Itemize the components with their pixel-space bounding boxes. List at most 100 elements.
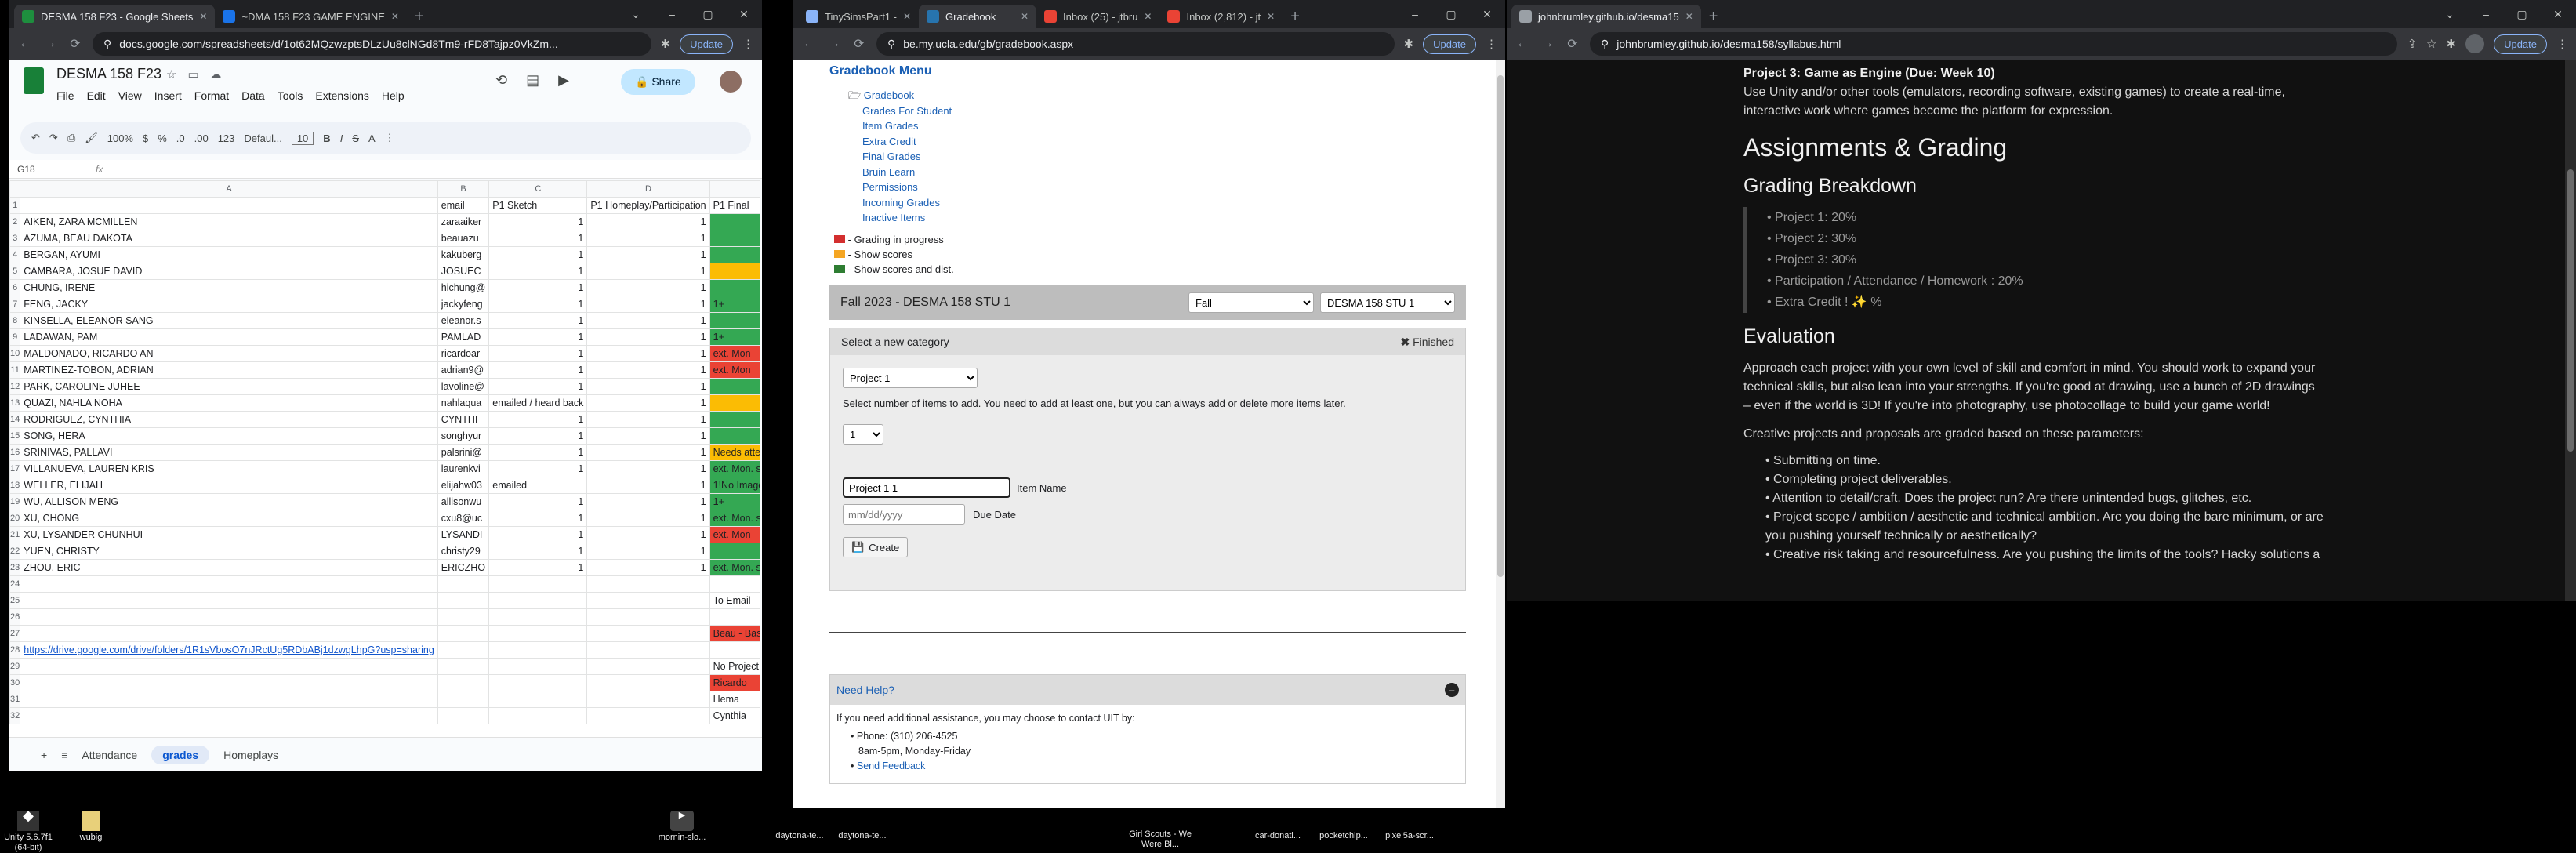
menu-dots-icon[interactable]: ⋮	[742, 37, 754, 51]
table-cell[interactable]: 1	[586, 526, 710, 543]
row-number[interactable]: 27	[9, 625, 21, 642]
table-cell[interactable]	[586, 658, 710, 675]
course-select[interactable]: DESMA 158 STU 1	[1320, 292, 1455, 313]
collapse-icon[interactable]: –	[1445, 683, 1459, 697]
table-cell[interactable]: 1	[586, 230, 710, 247]
table-cell[interactable]	[437, 641, 490, 659]
column-header[interactable]: D	[586, 180, 710, 198]
table-cell[interactable]	[488, 658, 588, 675]
table-cell[interactable]: XU, LYSANDER CHUNHUI	[20, 526, 438, 543]
add-sheet-icon[interactable]: +	[41, 749, 47, 761]
table-cell[interactable]: ext. Mon. submitted	[709, 460, 760, 477]
row-number[interactable]: 5	[9, 263, 21, 280]
table-cell[interactable]: JOSUEC	[437, 263, 490, 280]
table-cell[interactable]: 1	[586, 328, 710, 346]
table-cell[interactable]: 1	[488, 427, 588, 445]
sheet-tab-homeplays[interactable]: Homeplays	[223, 749, 278, 761]
forward-icon[interactable]: →	[826, 37, 842, 51]
forward-icon[interactable]: →	[1540, 37, 1555, 51]
row-number[interactable]: 4	[9, 246, 21, 263]
table-cell[interactable]: 0.9	[709, 394, 760, 412]
tab-inbox-2812[interactable]: Inbox (2,812) - jt ✕	[1159, 5, 1283, 28]
taskbar-wubig[interactable]: wubig	[66, 811, 116, 843]
video-call-icon[interactable]: ▶	[558, 72, 569, 89]
table-cell[interactable]	[586, 608, 710, 626]
table-cell[interactable]: SONG, HERA	[20, 427, 438, 445]
table-cell[interactable]: No Project	[709, 658, 760, 675]
table-cell[interactable]	[586, 691, 710, 708]
table-cell[interactable]: 1	[586, 345, 710, 362]
table-cell[interactable]	[586, 575, 710, 593]
table-cell[interactable]: adrian9@	[437, 361, 490, 379]
name-box[interactable]: G18	[17, 164, 80, 175]
table-cell[interactable]: 1	[488, 312, 588, 329]
scrollbar-thumb[interactable]	[2567, 169, 2574, 452]
table-cell[interactable]: VILLANUEVA, LAUREN KRIS	[20, 460, 438, 477]
table-cell[interactable]: 1	[586, 477, 710, 494]
menu-data[interactable]: Data	[241, 89, 265, 102]
table-cell[interactable]: P1 Homeplay/Participation	[586, 197, 710, 214]
table-cell[interactable]: PAMLAD	[437, 328, 490, 346]
table-cell[interactable]: FENG, JACKY	[20, 296, 438, 313]
table-cell[interactable]: 1	[488, 460, 588, 477]
table-cell[interactable]: ricardoar	[437, 345, 490, 362]
table-cell[interactable]	[709, 575, 760, 593]
extensions-icon[interactable]: ✱	[2447, 37, 2457, 51]
term-select[interactable]: Fall	[1188, 292, 1314, 313]
number-format-button[interactable]: 123	[218, 132, 235, 144]
table-cell[interactable]	[488, 691, 588, 708]
minimize-icon[interactable]: –	[2468, 0, 2504, 28]
table-cell[interactable]: 1	[488, 279, 588, 296]
update-button[interactable]: Update	[680, 34, 733, 54]
taskbar-mornin[interactable]: ▶ mornin-slo...	[651, 811, 713, 843]
cloud-icon[interactable]: ☁	[210, 67, 222, 82]
table-cell[interactable]: 1	[586, 213, 710, 230]
due-date-input[interactable]	[843, 504, 965, 525]
table-cell[interactable]: 1	[488, 345, 588, 362]
table-cell[interactable]: hichung@	[437, 279, 490, 296]
table-cell[interactable]	[20, 674, 438, 691]
close-tab-icon[interactable]: ✕	[199, 11, 207, 22]
row-number[interactable]: 6	[9, 279, 21, 296]
desktop-item[interactable]: pixel5a-scr...	[1378, 831, 1441, 841]
row-number[interactable]: 32	[9, 707, 21, 724]
table-cell[interactable]	[20, 608, 438, 626]
table-cell[interactable]: 1	[709, 411, 760, 428]
table-cell[interactable]: 1	[488, 296, 588, 313]
table-cell[interactable]: CYNTHI	[437, 411, 490, 428]
table-cell[interactable]: palsrini@	[437, 444, 490, 461]
row-number[interactable]: 17	[9, 460, 21, 477]
table-cell[interactable]	[488, 674, 588, 691]
table-cell[interactable]: 1	[488, 230, 588, 247]
table-cell[interactable]	[709, 641, 760, 659]
row-number[interactable]: 25	[9, 592, 21, 609]
table-cell[interactable]: emailed	[488, 477, 588, 494]
tab-syllabus[interactable]: johnbrumley.github.io/desma15 ✕	[1511, 5, 1701, 28]
table-cell[interactable]: 1	[586, 444, 710, 461]
table-cell[interactable]: 1	[488, 493, 588, 510]
menu-link-inactive-items[interactable]: Inactive Items	[862, 212, 925, 223]
table-cell[interactable]	[437, 608, 490, 626]
table-cell[interactable]: jackyfeng	[437, 296, 490, 313]
table-cell[interactable]: To Email	[709, 592, 760, 609]
row-number[interactable]: 16	[9, 444, 21, 461]
star-icon[interactable]: ☆	[2426, 37, 2436, 51]
maximize-icon[interactable]: ▢	[1433, 0, 1469, 28]
table-cell[interactable]: https://drive.google.com/drive/folders/1…	[20, 641, 438, 659]
row-number[interactable]: 21	[9, 526, 21, 543]
table-cell[interactable]: zaraaiker	[437, 213, 490, 230]
doc-title[interactable]: DESMA 158 F23	[56, 66, 161, 82]
new-tab-icon[interactable]: +	[1283, 5, 1308, 28]
star-icon[interactable]: ☆	[166, 67, 176, 82]
row-number[interactable]: 7	[9, 296, 21, 313]
increase-decimal-button[interactable]: .00	[194, 132, 209, 144]
table-cell[interactable]: songhyur	[437, 427, 490, 445]
table-cell[interactable]	[586, 625, 710, 642]
site-info-icon[interactable]: ⚲	[103, 38, 111, 51]
close-tab-icon[interactable]: ✕	[1144, 11, 1152, 22]
tab-gradebook[interactable]: Gradebook ✕	[919, 5, 1037, 28]
row-number[interactable]: 30	[9, 674, 21, 691]
table-cell[interactable]	[586, 641, 710, 659]
table-cell[interactable]: ext. Mon	[709, 345, 760, 362]
redo-icon[interactable]: ↷	[49, 132, 58, 144]
